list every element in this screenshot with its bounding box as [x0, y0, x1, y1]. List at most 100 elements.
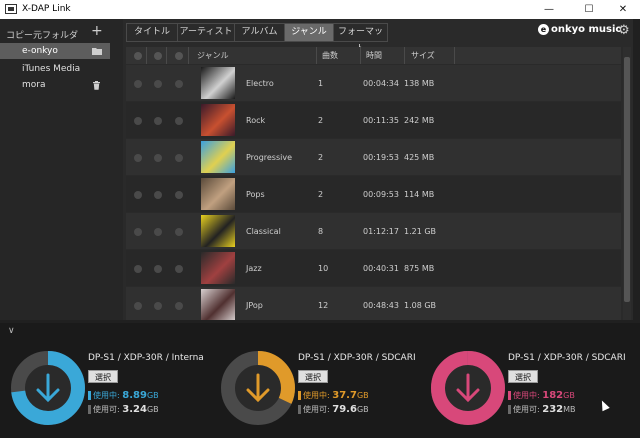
free-storage: 使用可: 79.6GB [298, 404, 369, 415]
gear-icon[interactable]: ⚙ [618, 23, 630, 38]
chevron-down-icon[interactable]: ∨ [8, 326, 15, 336]
window-title: X-DAP Link [22, 4, 71, 14]
sidebar-item-label: e-onkyo [22, 46, 58, 56]
table-row[interactable]: Electro 1 00:04:34 138 MB [126, 65, 621, 101]
genre-cell: Jazz [246, 264, 262, 273]
column-divider [166, 47, 167, 64]
row-check-icon[interactable] [175, 265, 183, 273]
sidebar: コピー元フォルダ + e-onkyo iTunes Media mora [0, 19, 123, 320]
row-check-icon[interactable] [134, 191, 142, 199]
size-cell: 425 MB [404, 153, 435, 162]
genre-cell: Rock [246, 116, 266, 125]
row-check-icon[interactable] [154, 302, 162, 310]
column-header-size[interactable]: サイズ [411, 50, 435, 61]
sidebar-item-mora[interactable]: mora [0, 77, 110, 93]
maximize-button[interactable]: ☐ [572, 0, 606, 19]
tab-album[interactable]: アルバム [234, 23, 285, 42]
storage-donut [11, 351, 85, 425]
tab-format[interactable]: フォーマット [333, 23, 388, 54]
row-check-icon[interactable] [154, 80, 162, 88]
close-button[interactable]: ✕ [606, 0, 640, 19]
used-storage: 使用中: 8.89GB [88, 390, 159, 401]
device-name: DP-S1 / XDP-30R / SDCARI [298, 353, 416, 363]
onkyo-music-logo: e onkyo music [538, 24, 621, 35]
storage-donut [221, 351, 295, 425]
trash-icon[interactable] [92, 81, 101, 90]
table-row[interactable]: Classical 8 01:12:17 1.21 GB [126, 213, 621, 249]
select-device-button[interactable]: 選択 [508, 370, 538, 383]
source-folder-header: コピー元フォルダ [6, 31, 79, 41]
sidebar-item-label: iTunes Media [22, 64, 81, 74]
genre-cell: Progressive [246, 153, 293, 162]
column-divider [404, 47, 405, 64]
tab-genre[interactable]: ジャンル [284, 23, 334, 42]
header-check-icon[interactable] [154, 52, 162, 60]
device-card: DP-S1 / XDP-30R / SDCARI 選択 使用中: 37.7GB 使用可… [210, 343, 416, 438]
count-cell: 10 [318, 264, 329, 273]
table-row[interactable]: Pops 2 00:09:53 114 MB [126, 176, 621, 212]
count-cell: 2 [318, 153, 324, 162]
row-check-icon[interactable] [154, 228, 162, 236]
free-storage: 使用可: 232MB [508, 404, 576, 415]
row-check-icon[interactable] [175, 117, 183, 125]
size-cell: 1.21 GB [404, 227, 437, 236]
row-check-icon[interactable] [154, 154, 162, 162]
select-device-button[interactable]: 選択 [88, 370, 118, 383]
column-divider [454, 47, 455, 64]
header-check-icon[interactable] [175, 52, 183, 60]
size-cell: 114 MB [404, 190, 435, 199]
storage-donut [431, 351, 505, 425]
folder-icon[interactable] [92, 47, 102, 55]
time-cell: 00:48:43 [363, 301, 399, 310]
add-folder-button[interactable]: + [91, 23, 103, 39]
album-art-thumbnail [201, 67, 235, 99]
free-color-swatch [508, 405, 511, 414]
row-check-icon[interactable] [134, 154, 142, 162]
row-check-icon[interactable] [175, 154, 183, 162]
header-check-icon[interactable] [134, 52, 142, 60]
device-card: DP-S1 / XDP-30R / SDCARI 選択 使用中: 182GB 使用可:… [420, 343, 626, 438]
column-header-genre[interactable]: ジャンル [197, 50, 229, 61]
album-art-thumbnail [201, 104, 235, 136]
row-check-icon[interactable] [175, 80, 183, 88]
time-cell: 01:12:17 [363, 227, 399, 236]
row-check-icon[interactable] [154, 117, 162, 125]
row-check-icon[interactable] [154, 265, 162, 273]
row-check-icon[interactable] [134, 302, 142, 310]
column-header-count[interactable]: 曲数 [322, 50, 338, 61]
album-art-thumbnail [201, 252, 235, 284]
window-titlebar: X-DAP Link — ☐ ✕ [0, 0, 640, 19]
row-check-icon[interactable] [134, 80, 142, 88]
sidebar-item-e-onkyo[interactable]: e-onkyo [0, 43, 110, 59]
sidebar-item-itunes-media[interactable]: iTunes Media [0, 61, 110, 77]
table-row[interactable]: Rock 2 00:11:35 242 MB [126, 102, 621, 138]
time-cell: 00:40:31 [363, 264, 399, 273]
album-art-thumbnail [201, 215, 235, 247]
count-cell: 1 [318, 79, 324, 88]
size-cell: 138 MB [404, 79, 435, 88]
column-header-time[interactable]: 時間 [366, 50, 382, 61]
table-row[interactable]: JPop 12 00:48:43 1.08 GB [126, 287, 621, 320]
row-check-icon[interactable] [134, 228, 142, 236]
sidebar-item-label: mora [22, 80, 46, 90]
tab-artist[interactable]: アーティスト [177, 23, 235, 42]
row-check-icon[interactable] [134, 117, 142, 125]
free-color-swatch [88, 405, 91, 414]
select-device-button[interactable]: 選択 [298, 370, 328, 383]
minimize-button[interactable]: — [532, 0, 566, 19]
table-header: ジャンル 曲数 時間 サイズ [126, 47, 621, 64]
tab-title[interactable]: タイトル [126, 23, 178, 42]
used-color-swatch [88, 391, 91, 400]
scrollbar-thumb[interactable] [624, 57, 630, 302]
row-check-icon[interactable] [134, 265, 142, 273]
column-divider [360, 47, 361, 64]
row-check-icon[interactable] [175, 302, 183, 310]
table-row[interactable]: Progressive 2 00:19:53 425 MB [126, 139, 621, 175]
time-cell: 00:09:53 [363, 190, 399, 199]
size-cell: 1.08 GB [404, 301, 437, 310]
row-check-icon[interactable] [154, 191, 162, 199]
row-check-icon[interactable] [175, 191, 183, 199]
row-check-icon[interactable] [175, 228, 183, 236]
table-row[interactable]: Jazz 10 00:40:31 875 MB [126, 250, 621, 286]
count-cell: 2 [318, 190, 324, 199]
